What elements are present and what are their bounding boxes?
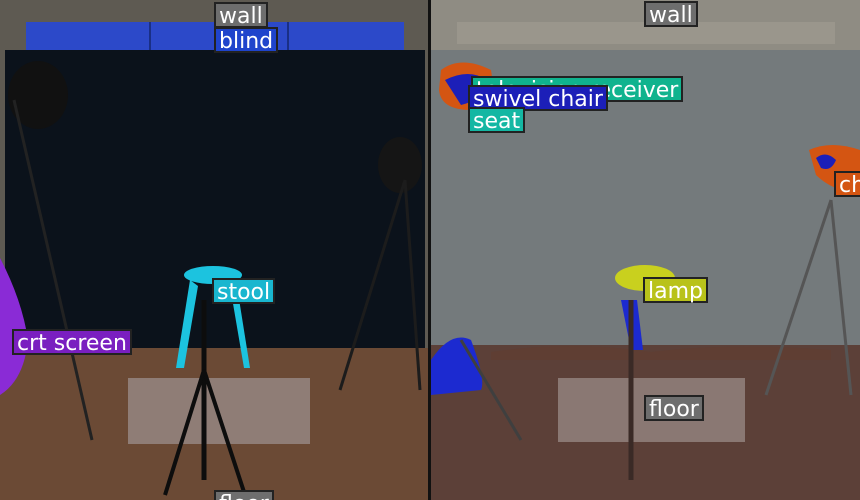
label-floor: floor — [214, 490, 274, 500]
label-lamp: lamp — [643, 277, 708, 304]
left-segmentation-panel: wall blind stool crt screen floor — [0, 0, 428, 500]
label-crt-screen: crt screen — [12, 329, 132, 356]
label-wall: wall — [644, 1, 698, 28]
label-chair: chair — [834, 171, 860, 198]
label-stool: stool — [212, 278, 276, 305]
label-wall: wall — [214, 2, 268, 29]
left-photo — [0, 0, 428, 500]
label-floor: floor — [644, 395, 704, 422]
segmentation-comparison: wall blind stool crt screen floor — [0, 0, 860, 500]
label-blind: blind — [214, 27, 279, 54]
label-seat: seat — [468, 107, 526, 134]
right-photo — [431, 0, 860, 500]
right-segmentation-panel: wall television receiver swivel chair se… — [431, 0, 860, 500]
